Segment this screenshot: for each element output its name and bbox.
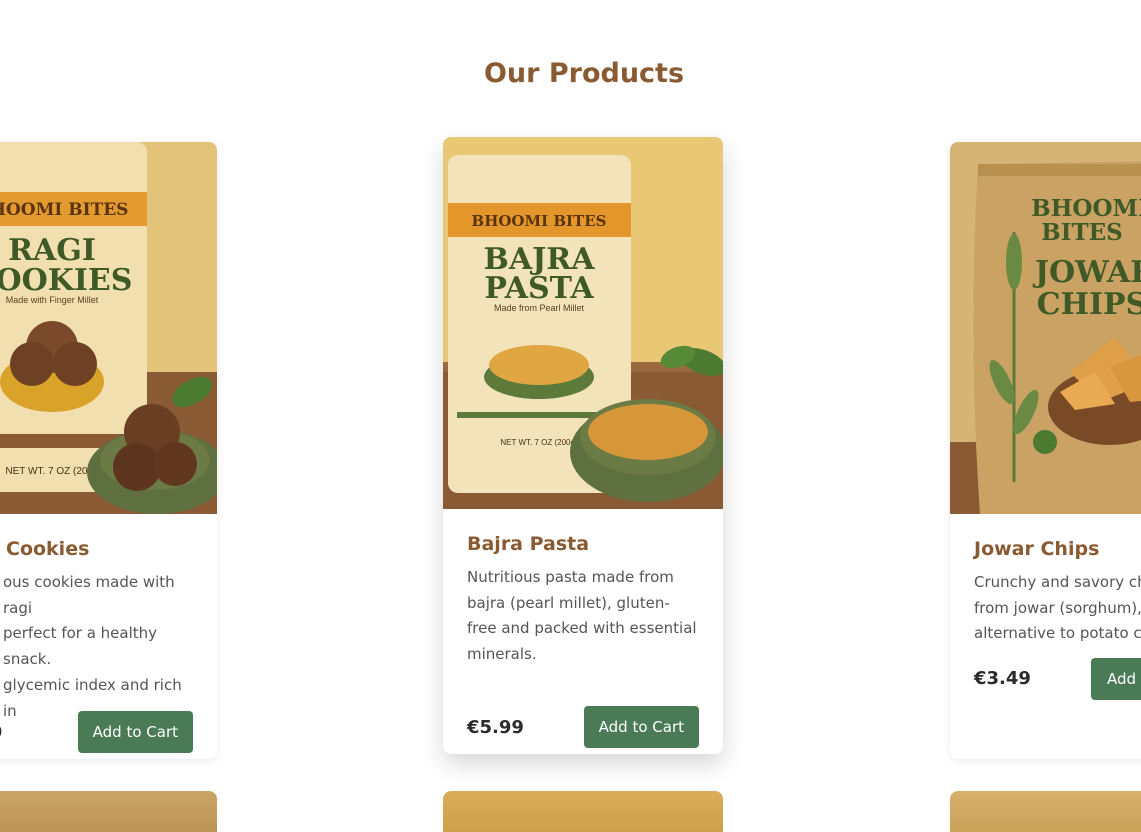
- product-card-next-row-right[interactable]: [950, 791, 1141, 832]
- product-description: ous cookies made with ragi perfect for a…: [0, 570, 193, 720]
- package-brand: BHOOMI BITES: [472, 212, 607, 230]
- card-body: Bajra Pasta Nutritious pasta made from b…: [443, 533, 723, 754]
- description-line: alternative to potato ch: [974, 624, 1141, 643]
- section-title: Our Products: [483, 58, 685, 89]
- package-line2: PASTA: [484, 271, 594, 306]
- description-line: perfect for a healthy snack.: [3, 624, 158, 669]
- card-footer: 9 Add to Cart: [0, 711, 193, 753]
- product-name: Cookies: [6, 538, 90, 560]
- package-line2: COOKIES: [0, 263, 132, 298]
- product-description: Nutritious pasta made from bajra (pearl …: [467, 568, 697, 664]
- package-weight: NET WT. 7 OZ (200g): [500, 438, 578, 447]
- product-price: €5.99: [467, 716, 524, 738]
- package-line2: CHIPS: [1037, 287, 1141, 322]
- description-line: Crunchy and savory chip: [974, 573, 1141, 591]
- description-line: ous cookies made with ragi: [3, 573, 175, 617]
- card-body: Jowar Chips Crunchy and savory chip from…: [950, 538, 1141, 759]
- package-line1: JOWAR: [1032, 255, 1141, 290]
- add-to-cart-button[interactable]: Add: [1091, 657, 1141, 700]
- package-sub: Made from Pearl Millet: [494, 303, 585, 313]
- card-body: Cookies ous cookies made with ragi perfe…: [0, 538, 217, 759]
- package-brand-line1: BHOOMI: [1031, 195, 1141, 222]
- product-name: Bajra Pasta: [467, 533, 590, 555]
- package-brand-line2: BITES: [1041, 219, 1122, 246]
- product-card-next-row-left[interactable]: [0, 791, 217, 832]
- add-to-cart-button[interactable]: Add to Cart: [77, 711, 193, 753]
- product-image-ragi-cookies: BHOOMI BITES RAGI COOKIES Made with Fing…: [0, 142, 217, 514]
- package-sub: Made with Finger Millet: [6, 295, 99, 305]
- product-card-ragi-cookies[interactable]: BHOOMI BITES RAGI COOKIES Made with Fing…: [0, 142, 217, 759]
- product-price: €3.49: [974, 668, 1031, 689]
- product-image-bajra-pasta: BHOOMI BITES BAJRA PASTA Made from Pearl…: [443, 137, 723, 509]
- package-weight: NET WT. 7 OZ (200g: [5, 466, 98, 477]
- product-price: 9: [0, 722, 3, 743]
- add-to-cart-button[interactable]: Add to Cart: [583, 706, 699, 748]
- product-card-next-row-center[interactable]: [443, 791, 723, 832]
- products-page: Our Products BHOOMI BITES RAGI COOKIES M…: [0, 0, 1141, 832]
- product-name: Jowar Chips: [974, 538, 1100, 560]
- card-footer: €5.99 Add to Cart: [467, 706, 699, 748]
- product-card-jowar-chips[interactable]: BHOOMI BITES JOWAR CHIPS Jowar Chips Cru…: [950, 142, 1141, 759]
- product-image-jowar-chips: BHOOMI BITES JOWAR CHIPS: [950, 142, 1141, 514]
- description-line: from jowar (sorghum), a: [974, 598, 1141, 617]
- card-footer: €3.49 Add: [974, 657, 1141, 700]
- product-card-bajra-pasta[interactable]: BHOOMI BITES BAJRA PASTA Made from Pearl…: [443, 137, 723, 754]
- package-brand: BHOOMI BITES: [0, 200, 128, 220]
